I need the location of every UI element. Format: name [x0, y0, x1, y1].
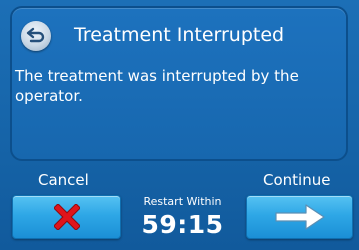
continue-button[interactable]	[246, 195, 353, 239]
back-button[interactable]	[21, 21, 51, 51]
dialog-title: Treatment Interrupted	[74, 24, 285, 46]
countdown-timer: 59:15	[141, 210, 224, 239]
cancel-button[interactable]	[12, 195, 121, 239]
dialog-panel: Treatment Interrupted The treatment was …	[10, 6, 348, 161]
dialog-message: The treatment was interrupted by the ope…	[15, 67, 299, 105]
back-arrow-icon	[26, 27, 45, 43]
red-x-icon	[53, 204, 80, 230]
right-arrow-icon	[274, 204, 325, 230]
restart-label: Restart Within	[143, 195, 222, 208]
cancel-label: Cancel	[38, 171, 89, 189]
continue-label: Continue	[263, 171, 331, 189]
